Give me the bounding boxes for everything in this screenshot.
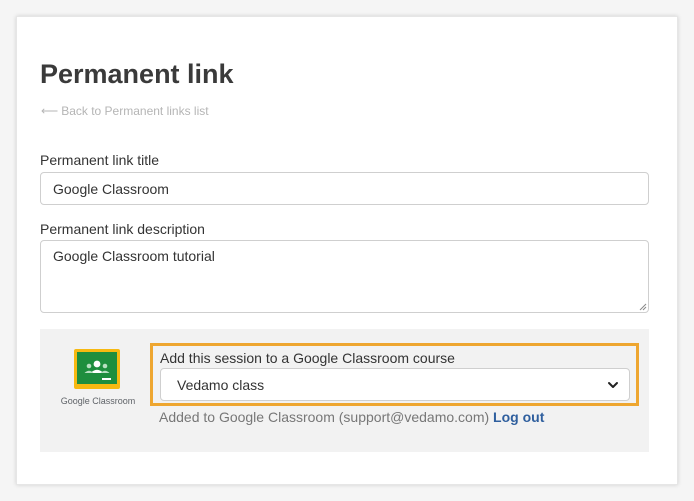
google-classroom-logo: Google Classroom (60, 349, 136, 409)
chevron-down-icon (608, 381, 618, 388)
logout-link[interactable]: Log out (493, 409, 544, 425)
page-title: Permanent link (40, 59, 234, 89)
description-field-label: Permanent link description (40, 221, 205, 237)
google-classroom-panel: Google Classroom Add this session to a G… (40, 329, 649, 452)
title-field-label: Permanent link title (40, 152, 160, 168)
back-to-list-link[interactable]: ⟵ Back to Permanent links list (41, 104, 209, 118)
arrow-left-icon: ⟵ (41, 104, 59, 118)
description-textarea[interactable]: Google Classroom tutorial (40, 240, 649, 313)
course-select-value: Vedamo class (177, 376, 265, 393)
permanent-link-card: Permanent link ⟵ Back to Permanent links… (16, 16, 678, 485)
resize-handle-icon[interactable] (639, 303, 647, 311)
back-link-label: Back to Permanent links list (61, 104, 209, 118)
classroom-status-text: Added to Google Classroom (support@vedam… (159, 409, 490, 425)
course-select[interactable]: Vedamo class (160, 368, 630, 401)
google-classroom-logo-text: Google Classroom (60, 396, 136, 406)
course-select-highlight: Add this session to a Google Classroom c… (150, 343, 639, 406)
classroom-connection-status: Added to Google Classroom (support@vedam… (159, 409, 544, 425)
title-input[interactable] (40, 172, 649, 205)
classroom-board-icon (74, 349, 120, 389)
course-select-label: Add this session to a Google Classroom c… (160, 350, 455, 366)
